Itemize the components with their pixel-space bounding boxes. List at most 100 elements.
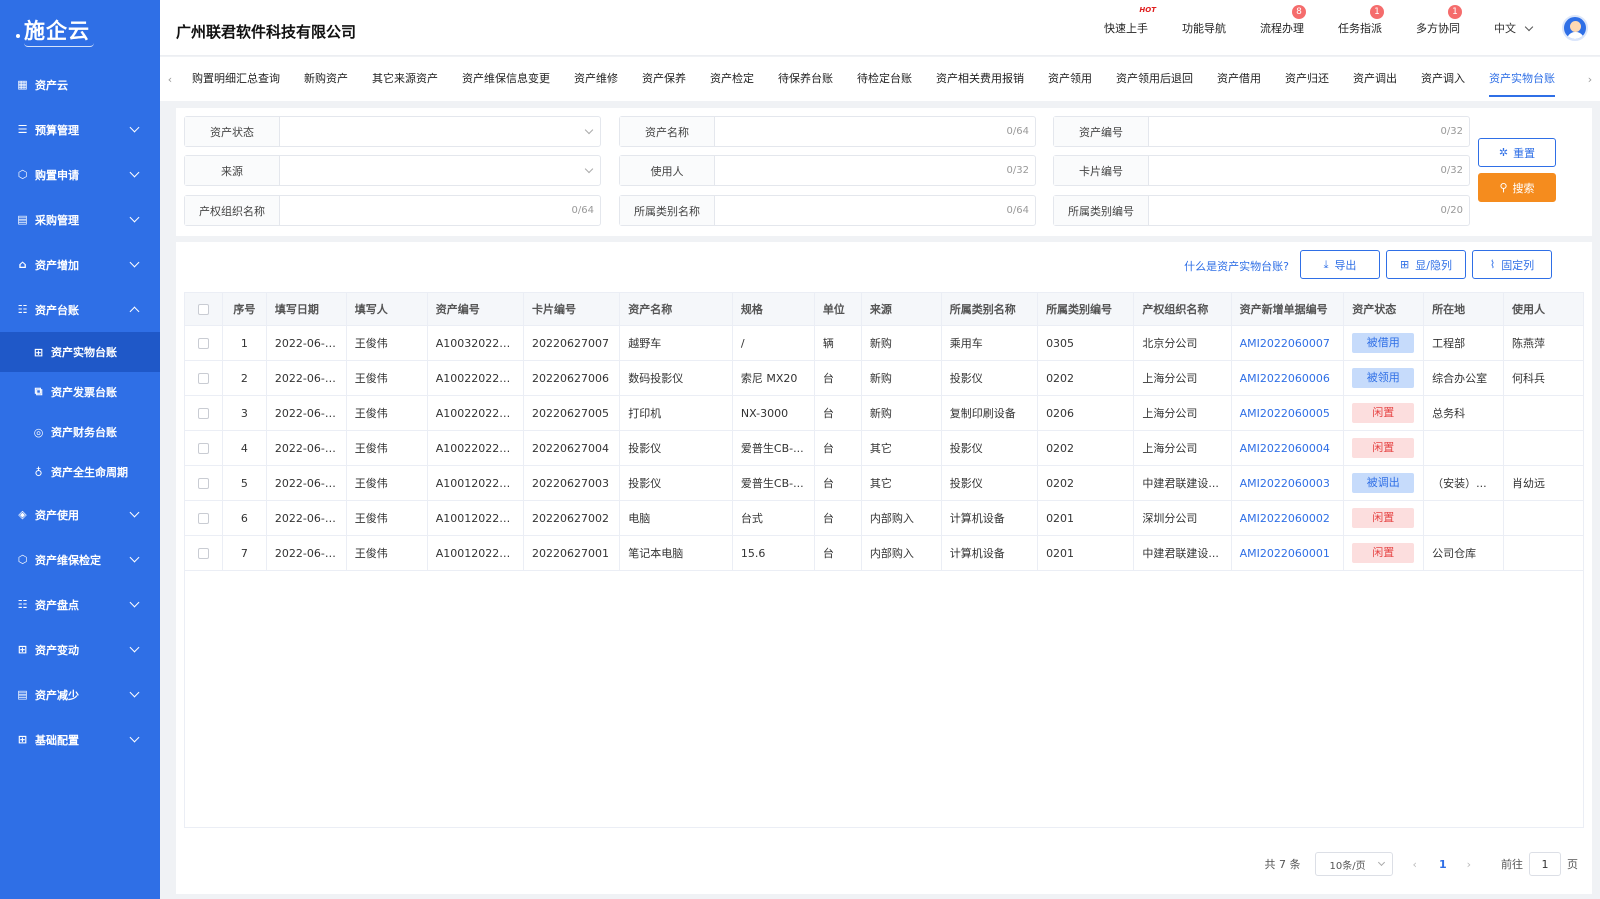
quick-start-link[interactable]: 快速上手 HOT — [1104, 6, 1156, 36]
table-cell[interactable]: AMI2022060006 — [1230, 360, 1345, 396]
tab-14[interactable]: 资产调出 — [1341, 57, 1409, 101]
tab-8[interactable]: 待检定台账 — [845, 57, 924, 101]
show-hide-columns-button[interactable]: ⊞ 显/隐列 — [1386, 250, 1466, 279]
org-name-field[interactable]: 产权组织名称 0/64 — [184, 195, 601, 226]
select-all-checkbox[interactable] — [184, 292, 223, 326]
category-code-field[interactable]: 所属类别编号 0/20 — [1053, 195, 1470, 226]
table-row[interactable]: 2 2022-06-27 王俊伟 A100220220... 20220627006 数码… — [184, 360, 1584, 396]
avatar[interactable] — [1562, 15, 1588, 41]
column-header[interactable]: 所属类别编号 — [1037, 292, 1135, 326]
sidebar-item-cube[interactable]: ⬡ 资产维保检定 — [0, 537, 160, 582]
card-no-field[interactable]: 卡片编号 0/32 — [1053, 155, 1470, 186]
asset-code-field[interactable]: 资产编号 0/32 — [1053, 116, 1470, 147]
table-row[interactable]: 4 2022-06-27 王俊伟 A100220220... 20220627004 投影… — [184, 430, 1584, 466]
tab-9[interactable]: 资产相关费用报销 — [924, 57, 1036, 101]
tab-11[interactable]: 资产领用后退回 — [1104, 57, 1205, 101]
sidebar-item-budget[interactable]: ☰ 预算管理 — [0, 107, 160, 152]
tab-15[interactable]: 资产调入 — [1409, 57, 1477, 101]
column-header[interactable]: 单位 — [813, 292, 862, 326]
tab-3[interactable]: 资产维保信息变更 — [450, 57, 562, 101]
function-nav-link[interactable]: 功能导航 — [1182, 20, 1226, 36]
column-header[interactable]: 资产编号 — [426, 292, 524, 326]
sidebar-subitem-coin[interactable]: ◎ 资产财务台账 — [0, 412, 160, 452]
column-header[interactable]: 卡片编号 — [522, 292, 621, 326]
column-header[interactable]: 产权组织名称 — [1133, 292, 1232, 326]
tab-13[interactable]: 资产归还 — [1273, 57, 1341, 101]
column-header[interactable]: 资产新增单据编号 — [1230, 292, 1345, 326]
column-header[interactable]: 填写人 — [345, 292, 428, 326]
row-checkbox[interactable] — [184, 465, 223, 501]
help-link[interactable]: 什么是资产实物台账? — [1184, 258, 1289, 274]
sidebar-item-clipboard[interactable]: ▤ 资产减少 — [0, 672, 160, 717]
export-button[interactable]: ⤓ 导出 — [1300, 250, 1380, 279]
row-checkbox[interactable] — [184, 430, 223, 466]
asset-name-field[interactable]: 资产名称 0/64 — [619, 116, 1036, 147]
sidebar-item-clipboard[interactable]: ▤ 采购管理 — [0, 197, 160, 242]
column-header[interactable]: 资产状态 — [1343, 292, 1425, 326]
table-row[interactable]: 3 2022-06-27 王俊伟 A100220220... 20220627005 打印… — [184, 395, 1584, 431]
table-row[interactable]: 5 2022-06-27 王俊伟 A100120220... 20220627003 投影… — [184, 465, 1584, 501]
sidebar-subitem-grid-small[interactable]: ⊞ 资产实物台账 — [0, 332, 160, 372]
reset-button[interactable]: ✲ 重置 — [1478, 138, 1556, 167]
table-cell[interactable]: AMI2022060007 — [1230, 325, 1345, 361]
category-name-field[interactable]: 所属类别名称 0/64 — [619, 195, 1036, 226]
tab-16[interactable]: 资产实物台账 — [1477, 57, 1567, 101]
column-header[interactable]: 规格 — [731, 292, 815, 326]
row-checkbox[interactable] — [184, 325, 223, 361]
tab-10[interactable]: 资产领用 — [1036, 57, 1104, 101]
sidebar-item-layers[interactable]: ◈ 资产使用 — [0, 492, 160, 537]
goto-page-input[interactable] — [1529, 852, 1561, 876]
tab-scroll-right-icon[interactable]: › — [1580, 57, 1600, 101]
table-row[interactable]: 6 2022-06-27 王俊伟 A100120220... 20220627002 电脑… — [184, 500, 1584, 536]
column-header[interactable]: 使用人 — [1503, 292, 1584, 326]
sidebar-item-grid[interactable]: ⊞ 资产变动 — [0, 627, 160, 672]
tab-4[interactable]: 资产维修 — [562, 57, 630, 101]
table-cell[interactable]: AMI2022060004 — [1230, 430, 1345, 466]
process-link[interactable]: 流程办理 8 — [1260, 5, 1306, 36]
column-header[interactable]: 资产名称 — [619, 292, 733, 326]
sidebar-subitem-invoice[interactable]: ⧉ 资产发票台账 — [0, 372, 160, 412]
table-cell[interactable]: AMI2022060001 — [1230, 535, 1345, 571]
tab-2[interactable]: 其它来源资产 — [360, 57, 450, 101]
search-button[interactable]: ⚲ 搜索 — [1478, 173, 1556, 202]
tab-12[interactable]: 资产借用 — [1205, 57, 1273, 101]
column-header[interactable]: 所属类别名称 — [940, 292, 1039, 326]
row-checkbox[interactable] — [184, 395, 223, 431]
collab-link[interactable]: 多方协同 1 — [1416, 5, 1462, 36]
sidebar-item-grid[interactable]: ⊞ 基础配置 — [0, 717, 160, 762]
fix-columns-button[interactable]: ⌇ 固定列 — [1472, 250, 1552, 279]
page-number[interactable]: 1 — [1439, 858, 1447, 871]
column-header[interactable]: 序号 — [221, 292, 267, 326]
table-cell[interactable]: AMI2022060003 — [1230, 465, 1345, 501]
column-header[interactable]: 来源 — [860, 292, 942, 326]
row-checkbox[interactable] — [184, 500, 223, 536]
tab-7[interactable]: 待保养台账 — [766, 57, 845, 101]
tab-scroll-left-icon[interactable]: ‹ — [160, 57, 180, 101]
table-row[interactable]: 1 2022-06-27 王俊伟 A100320220... 20220627007 越野… — [184, 325, 1584, 361]
sidebar-item-cube[interactable]: ⬡ 购置申请 — [0, 152, 160, 197]
language-select[interactable]: 中文 — [1494, 20, 1534, 36]
prev-page-icon[interactable]: ‹ — [1413, 858, 1417, 871]
sidebar-item-grid[interactable]: ▦ 资产云 — [0, 62, 160, 107]
row-checkbox[interactable] — [184, 360, 223, 396]
sidebar-subitem-org-tree[interactable]: ♁ 资产全生命周期 — [0, 452, 160, 492]
tab-5[interactable]: 资产保养 — [630, 57, 698, 101]
column-header[interactable]: 填写日期 — [265, 292, 347, 326]
asset-status-field[interactable]: 资产状态 — [184, 116, 601, 147]
tab-0[interactable]: 购置明细汇总查询 — [180, 57, 292, 101]
sidebar-item-database[interactable]: ☷ 资产台账 — [0, 287, 160, 332]
table-cell[interactable]: AMI2022060005 — [1230, 395, 1345, 431]
source-field[interactable]: 来源 — [184, 155, 601, 186]
task-link[interactable]: 任务指派 1 — [1338, 5, 1384, 36]
tab-1[interactable]: 新购资产 — [292, 57, 360, 101]
table-row[interactable]: 7 2022-06-27 王俊伟 A100120220... 20220627001 笔记… — [184, 535, 1584, 571]
table-cell[interactable]: AMI2022060002 — [1230, 500, 1345, 536]
page-size-select[interactable]: 10条/页 — [1314, 852, 1393, 876]
column-header[interactable]: 所在地 — [1423, 292, 1505, 326]
sidebar-item-home-plus[interactable]: ⌂ 资产增加 — [0, 242, 160, 287]
row-checkbox[interactable] — [184, 535, 223, 571]
user-field[interactable]: 使用人 0/32 — [619, 155, 1036, 186]
next-page-icon[interactable]: › — [1467, 858, 1471, 871]
sidebar-item-database[interactable]: ☷ 资产盘点 — [0, 582, 160, 627]
tab-6[interactable]: 资产检定 — [698, 57, 766, 101]
